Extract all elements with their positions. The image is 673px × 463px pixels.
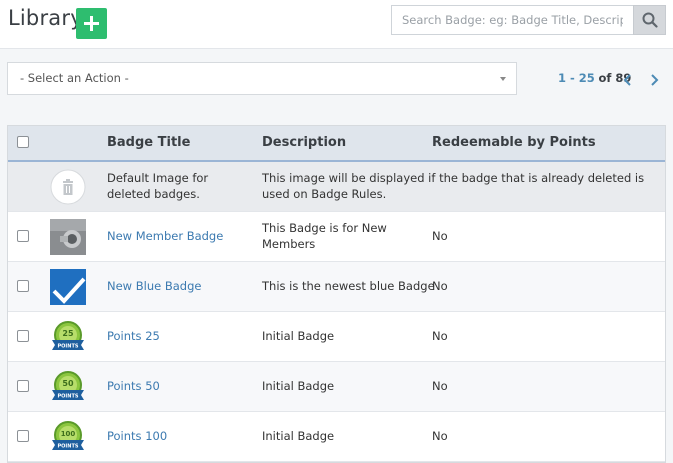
points-badge-icon: 100 POINTS [52, 421, 84, 450]
badge-title-link[interactable]: Points 100 [107, 428, 167, 444]
search-box [391, 5, 633, 35]
badge-redeemable: No [432, 279, 448, 293]
table-row[interactable]: New Member Badge This Badge is for New M… [8, 212, 665, 262]
row-checkbox[interactable] [17, 330, 29, 342]
points-badge-number: 50 [62, 379, 74, 388]
table-header: Badge Title Description Redeemable by Po… [8, 126, 665, 162]
badge-description: Initial Badge [262, 429, 335, 443]
top-bar: Library [0, 0, 673, 49]
points-badge-number: 100 [61, 430, 76, 438]
search-input[interactable] [392, 6, 633, 34]
column-header-description: Description [262, 135, 347, 150]
badge-title-link[interactable]: New Member Badge [107, 228, 223, 244]
points-badge-icon: 50 POINTS [52, 371, 84, 400]
badge-redeemable: No [432, 329, 448, 343]
points-badge-ribbon: POINTS [58, 344, 79, 350]
select-action-label: - Select an Action - [20, 71, 129, 85]
badge-redeemable: No [432, 379, 448, 393]
badge-description: This Badge is for New Members [262, 221, 387, 251]
deleted-row-description: This image will be displayed if the badg… [262, 171, 645, 201]
points-badge-number: 25 [62, 329, 74, 338]
column-header-redeemable: Redeemable by Points [432, 135, 596, 150]
points-badge-icon: 25 POINTS [52, 321, 84, 350]
chevron-right-icon[interactable] [647, 72, 661, 88]
search-button[interactable] [633, 5, 666, 35]
badge-description: This is the newest blue Badge [262, 279, 435, 293]
trash-icon [50, 169, 86, 205]
column-header-badge-title: Badge Title [107, 135, 191, 150]
table-row[interactable]: 50 POINTS Points 50 Initial Badge No [8, 362, 665, 412]
row-checkbox[interactable] [17, 380, 29, 392]
blue-checkmark-image [50, 269, 86, 305]
badge-title-link[interactable]: Points 25 [107, 328, 160, 344]
badge-title-link[interactable]: Points 50 [107, 378, 160, 394]
table-row[interactable]: New Blue Badge This is the newest blue B… [8, 262, 665, 312]
plus-icon [84, 16, 99, 31]
lock-photo-image [50, 219, 86, 255]
table-row[interactable]: 100 POINTS Points 100 Initial Badge No [8, 412, 665, 462]
deleted-row-title: Default Image for deleted badges. [107, 171, 209, 201]
select-all-checkbox[interactable] [17, 136, 29, 148]
badge-redeemable: No [432, 229, 448, 243]
row-checkbox[interactable] [17, 230, 29, 242]
search-icon [642, 12, 658, 28]
row-checkbox[interactable] [17, 430, 29, 442]
chevron-left-icon[interactable] [621, 72, 635, 88]
pagination-range: 1 - 25 [558, 71, 595, 85]
badge-title-link[interactable]: New Blue Badge [107, 278, 201, 294]
badge-redeemable: No [432, 429, 448, 443]
row-checkbox[interactable] [17, 280, 29, 292]
select-action-dropdown[interactable]: - Select an Action - [7, 62, 517, 95]
badge-table: Badge Title Description Redeemable by Po… [7, 125, 666, 463]
points-badge-ribbon: POINTS [58, 394, 79, 400]
badge-description: Initial Badge [262, 329, 335, 343]
chevron-down-icon [500, 77, 506, 81]
pagination-of: of [598, 71, 612, 85]
table-row[interactable]: 25 POINTS Points 25 Initial Badge No [8, 312, 665, 362]
table-row-default-deleted: Default Image for deleted badges. This i… [8, 162, 665, 212]
page-title: Library [8, 6, 83, 30]
add-badge-button[interactable] [76, 8, 107, 39]
points-badge-ribbon: POINTS [58, 444, 79, 450]
badge-description: Initial Badge [262, 379, 335, 393]
